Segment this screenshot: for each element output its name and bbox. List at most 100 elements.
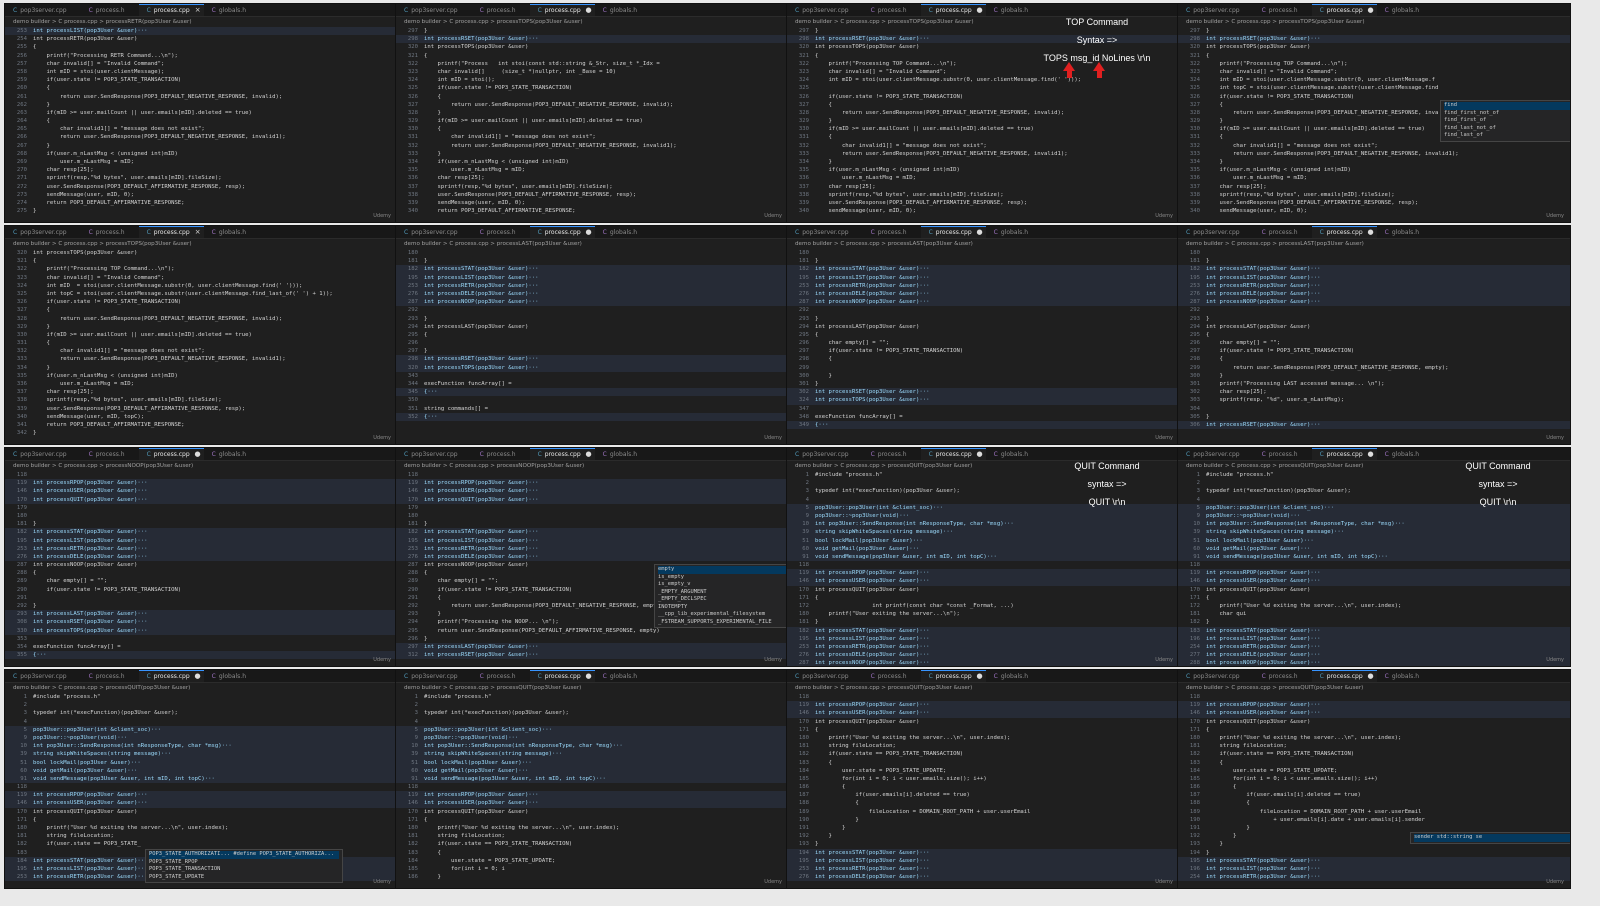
code-line[interactable]: 353 — [5, 635, 397, 643]
code-text[interactable]: int pop3User::SendResponse(int nResponse… — [33, 742, 397, 750]
code-text[interactable]: if(mID >= user.mailCount || user.emails[… — [33, 331, 397, 339]
code-line[interactable]: 171 { — [5, 816, 397, 824]
code-line[interactable]: 297 if(user.state != POP3_STATE_TRANSACT… — [787, 347, 1179, 355]
code-text[interactable]: { — [1206, 783, 1570, 791]
code-line[interactable]: 272 user.SendResponse(POP3_DEFAULT_AFFIR… — [5, 183, 397, 191]
code-line[interactable]: 182 if(user.state == POP3_STATE_ — [5, 840, 397, 848]
code-text[interactable]: void sendMessage(pop3User &user, int mID… — [424, 775, 788, 783]
code-text[interactable]: if(user.state != POP3_STATE_TRANSACTION) — [33, 298, 397, 306]
code-line[interactable]: 339 user.SendResponse(POP3_DEFAULT_AFFIR… — [787, 199, 1179, 207]
code-text[interactable]: user.SendResponse(POP3_DEFAULT_AFFIRMATI… — [33, 405, 397, 413]
code-line[interactable]: 118 — [787, 561, 1179, 569]
code-line[interactable]: 332 char invalid1[] = "message does not … — [5, 347, 397, 355]
code-text[interactable]: int mID = stoi(user.clientMessage.substr… — [33, 282, 397, 290]
code-text[interactable]: int processRSET(pop3User &user)··· — [1206, 421, 1570, 429]
code-text[interactable]: char invalid[] (size_t *)nullptr, int _B… — [424, 68, 788, 76]
code-line[interactable]: 259 if(user.state != POP3_STATE_TRANSACT… — [5, 76, 397, 84]
code-editor[interactable]: 118 119 int processRPOP(pop3User &user)···… — [787, 693, 1179, 888]
code-line[interactable]: 119 int processRPOP(pop3User &user)··· — [396, 791, 788, 800]
code-line[interactable]: 171 { — [787, 726, 1179, 734]
code-text[interactable]: int processRSET(pop3User &user)··· — [33, 618, 397, 626]
editor-tab[interactable]: Cglobals.h — [595, 227, 651, 238]
code-line[interactable]: 292 — [1178, 306, 1570, 314]
code-line[interactable]: 146 int processUSER(pop3User &user)··· — [5, 487, 397, 496]
code-text[interactable]: printf("User %d exiting the server...\n"… — [1206, 602, 1570, 610]
code-text[interactable] — [33, 504, 397, 512]
code-line[interactable]: 182 if(user.state == POP3_STATE_TRANSACT… — [1178, 750, 1570, 758]
code-text[interactable]: int processRPOP(pop3User &user)··· — [424, 479, 788, 487]
code-line[interactable]: 332 char invalid1[] = "message does not … — [787, 142, 1179, 150]
code-line[interactable]: 118 — [1178, 693, 1570, 701]
code-line[interactable]: 146 int processUSER(pop3User &user)··· — [5, 799, 397, 808]
code-text[interactable]: if(user.state == POP3_STATE_TRANSACTION) — [815, 750, 1179, 758]
code-line[interactable]: 322 printf("Processing TOP Command...\n"… — [1178, 60, 1570, 68]
code-line[interactable]: 334 if(user.m_nLastMsg < (unsigned int)m… — [396, 158, 788, 166]
code-line[interactable]: 276 int processDELE(pop3User &user)··· — [787, 873, 1179, 882]
code-text[interactable]: int processLIST(pop3User &user)··· — [815, 857, 1179, 865]
code-line[interactable]: 1 #include "process.h" — [396, 693, 788, 701]
code-text[interactable]: return user.SendResponse(POP3_DEFAULT_NE… — [33, 315, 397, 323]
code-text[interactable]: { — [33, 257, 397, 265]
code-line[interactable]: 340 return POP3_DEFAULT_AFFIRMATIVE_RESP… — [396, 207, 788, 215]
code-line[interactable]: 146 int processUSER(pop3User &user)··· — [1178, 709, 1570, 718]
code-line[interactable]: 337 char resp[25]; — [5, 388, 397, 396]
code-text[interactable] — [424, 718, 788, 726]
code-line[interactable]: 189 fileLocation = DOMAIN_ROOT_PATH + us… — [1178, 808, 1570, 816]
code-text[interactable]: int processLIST(pop3User &user)··· — [1206, 274, 1570, 282]
code-text[interactable]: sendMessage(user, mID, 0); — [1206, 207, 1570, 215]
code-line[interactable]: 336 user.m_nLastMsg = mID; — [5, 380, 397, 388]
code-text[interactable]: int processLIST(pop3User &user)··· — [815, 635, 1179, 643]
autocomplete-item[interactable]: empty — [658, 566, 788, 574]
code-text[interactable]: void getMail(pop3User &user)··· — [424, 767, 788, 775]
code-line[interactable]: 287 int processNOOP(pop3User &user)··· — [396, 298, 788, 307]
code-text[interactable] — [815, 364, 1179, 372]
code-text[interactable]: int processUSER(pop3User &user)··· — [1206, 709, 1570, 717]
code-line[interactable]: 328 return user.SendResponse(POP3_DEFAUL… — [5, 315, 397, 323]
code-editor[interactable]: 320 int processTOPS(pop3User &user) 321 {32… — [5, 249, 397, 444]
code-line[interactable]: 298 { — [787, 355, 1179, 363]
code-line[interactable]: 297} — [396, 347, 788, 355]
code-line[interactable]: 51 bool lockMail(pop3User &user)··· — [396, 758, 788, 767]
editor-tab[interactable]: Cpop3server.cpp — [1178, 227, 1254, 238]
code-line[interactable]: 263 if(mID >= user.mailCount || user.ema… — [5, 109, 397, 117]
code-line[interactable]: 322 printf("Process int stoi(const std::… — [396, 60, 788, 68]
code-text[interactable]: } — [424, 315, 788, 323]
code-line[interactable]: 257 char invalid[] = "Invalid Command"; — [5, 60, 397, 68]
code-text[interactable]: int processUSER(pop3User &user)··· — [815, 709, 1179, 717]
code-text[interactable]: int processDELE(pop3User &user)··· — [33, 553, 397, 561]
code-line[interactable]: 181} — [5, 520, 397, 528]
code-line[interactable]: 60 void getMail(pop3User &user)··· — [1178, 544, 1570, 553]
code-text[interactable]: int processUSER(pop3User &user)··· — [1206, 577, 1570, 585]
code-line[interactable]: 253 int processRETR(pop3User &user)··· — [1178, 281, 1570, 290]
code-text[interactable]: bool lockMail(pop3User &user)··· — [33, 759, 397, 767]
code-text[interactable]: { — [815, 783, 1179, 791]
code-text[interactable] — [33, 512, 397, 520]
code-text[interactable]: printf("Process int stoi(const std::stri… — [424, 60, 788, 68]
code-text[interactable]: bool lockMail(pop3User &user)··· — [1206, 537, 1570, 545]
code-text[interactable]: user.SendResponse(POP3_DEFAULT_AFFIRMATI… — [1206, 199, 1570, 207]
editor-tab[interactable]: Cpop3server.cpp — [396, 671, 472, 682]
code-text[interactable]: return user.SendResponse(POP3_DEFAULT_NE… — [33, 355, 397, 363]
code-line[interactable]: 324 int processTOPS(pop3User &user)··· — [787, 396, 1179, 405]
code-text[interactable] — [33, 701, 397, 709]
code-line[interactable]: 333 return user.SendResponse(POP3_DEFAUL… — [1178, 150, 1570, 158]
editor-tab[interactable]: Cprocess.h — [81, 5, 139, 16]
code-line[interactable]: 1 #include "process.h" — [1178, 471, 1570, 479]
code-text[interactable]: char resp[25]; — [33, 166, 397, 174]
editor-tab[interactable]: Cglobals.h — [1377, 227, 1433, 238]
code-text[interactable]: char resp[25]; — [815, 183, 1179, 191]
code-line[interactable]: 188 { — [1178, 799, 1570, 807]
code-text[interactable]: int processDELE(pop3User &user)··· — [815, 651, 1179, 659]
code-text[interactable]: { — [815, 101, 1179, 109]
code-line[interactable]: 184 user.state = POP3_STATE_UPDATE; — [396, 857, 788, 865]
code-line[interactable]: 325 int topC = stoi(user.clientMessage.s… — [5, 290, 397, 298]
code-text[interactable]: int processQUIT(pop3User &user) — [815, 586, 1179, 594]
code-line[interactable]: 348 execFunction funcArray[] = — [787, 413, 1179, 421]
code-line[interactable]: 180 printf("User exiting the server...\n… — [787, 610, 1179, 618]
code-line[interactable]: 268 if(user.m_nLastMsg < (unsigned int)m… — [5, 150, 397, 158]
editor-tab[interactable]: Cprocess.cpp ● — [1311, 448, 1377, 460]
code-text[interactable]: { — [424, 816, 788, 824]
code-text[interactable]: } — [1206, 315, 1570, 323]
code-text[interactable]: int processUSER(pop3User &user)··· — [33, 799, 397, 807]
editor-tab[interactable]: Cglobals.h — [986, 671, 1042, 682]
